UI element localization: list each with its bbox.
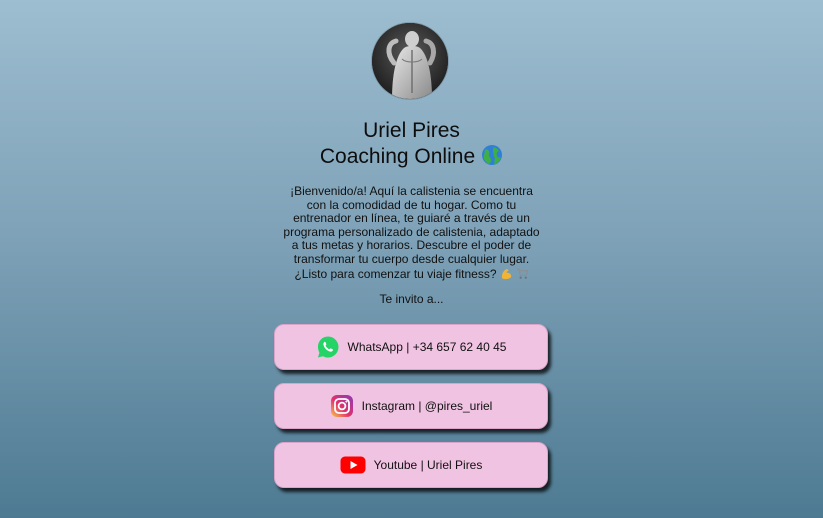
profile-name: Uriel Pires bbox=[363, 119, 460, 142]
flexed-biceps-icon bbox=[501, 268, 511, 279]
avatar bbox=[372, 23, 448, 99]
profile-subtitle-line: Coaching Online bbox=[0, 144, 823, 170]
whatsapp-link-button[interactable]: WhatsApp | +34 657 62 40 45 bbox=[274, 324, 548, 370]
invite-text: Te invito a... bbox=[379, 292, 444, 306]
youtube-link-label: Youtube | Uriel Pires bbox=[373, 458, 483, 472]
whatsapp-link-label: WhatsApp | +34 657 62 40 45 bbox=[347, 340, 507, 354]
instagram-icon bbox=[330, 395, 353, 417]
instagram-link-button[interactable]: Instagram | @pires_uriel bbox=[274, 383, 548, 429]
avatar-photo bbox=[372, 23, 448, 99]
youtube-icon bbox=[340, 456, 366, 474]
profile-header: Uriel Pires Coaching Online bbox=[0, 118, 823, 170]
link-page: Uriel Pires Coaching Online ¡Bienvenido/… bbox=[0, 0, 823, 518]
shopping-cart-icon bbox=[516, 267, 529, 279]
youtube-link-button[interactable]: Youtube | Uriel Pires bbox=[274, 442, 548, 488]
instagram-link-label: Instagram | @pires_uriel bbox=[361, 399, 493, 413]
profile-subtitle: Coaching Online bbox=[319, 145, 476, 168]
globe-icon bbox=[482, 145, 503, 165]
profile-bio-block: ¡Bienvenido/a! Aquí la calistenia se enc… bbox=[280, 184, 543, 281]
whatsapp-icon bbox=[317, 336, 339, 358]
